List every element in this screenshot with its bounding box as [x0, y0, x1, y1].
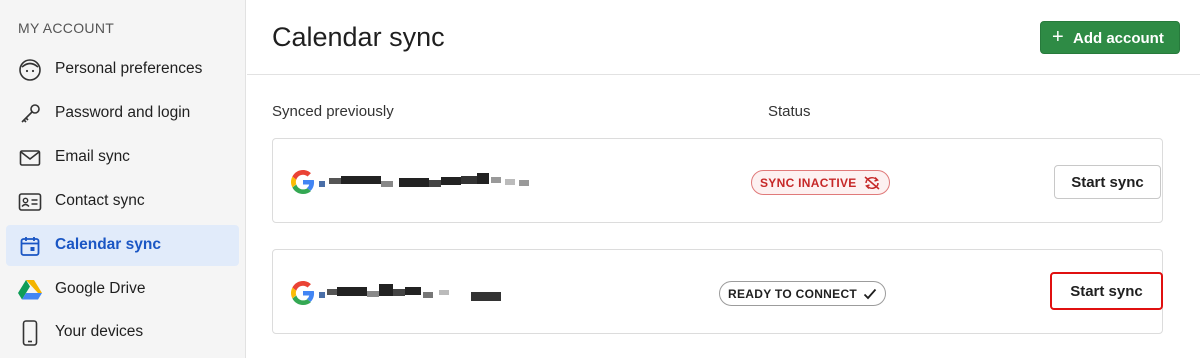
- sidebar-item-label: Personal preferences: [55, 60, 203, 77]
- sidebar-item-label: Email sync: [55, 148, 130, 165]
- google-drive-icon: [18, 278, 42, 302]
- page-title: Calendar sync: [272, 22, 445, 52]
- sidebar-item-label: Calendar sync: [55, 236, 161, 253]
- check-icon: [863, 288, 877, 300]
- sidebar-item-google-drive[interactable]: Google Drive: [6, 269, 239, 310]
- sidebar-item-label: Password and login: [55, 104, 191, 121]
- google-logo-icon: [291, 170, 315, 194]
- sidebar-item-label: Google Drive: [55, 280, 146, 297]
- sidebar-heading: MY ACCOUNT: [18, 20, 115, 36]
- sidebar-item-contact-sync[interactable]: Contact sync: [6, 181, 239, 222]
- status-badge: READY TO CONNECT: [719, 281, 887, 306]
- start-sync-button[interactable]: Start sync: [1050, 272, 1163, 310]
- account-row: READY TO CONNECT Start sync: [272, 249, 1163, 334]
- key-icon: [18, 102, 42, 126]
- sync-off-icon: [863, 175, 881, 190]
- page-header: Calendar sync + Add account: [247, 0, 1200, 75]
- add-account-button[interactable]: + Add account: [1040, 21, 1180, 54]
- column-header-synced: Synced previously: [272, 103, 394, 120]
- start-sync-button[interactable]: Start sync: [1054, 165, 1161, 199]
- sidebar-item-email-sync[interactable]: Email sync: [6, 137, 239, 178]
- sidebar-item-label: Your devices: [55, 323, 144, 340]
- google-logo-icon: [291, 281, 315, 305]
- sidebar-item-personal-preferences[interactable]: Personal preferences: [6, 49, 239, 90]
- sidebar-item-label: Contact sync: [55, 192, 145, 209]
- add-account-label: Add account: [1073, 30, 1164, 47]
- column-header-status: Status: [768, 103, 811, 120]
- main-content: Calendar sync + Add account Synced previ…: [247, 0, 1200, 358]
- sidebar: MY ACCOUNT Personal preferences Password…: [0, 0, 246, 358]
- account-row: SYNC INACTIVE Start sync: [272, 138, 1163, 223]
- sidebar-item-your-devices[interactable]: Your devices: [6, 312, 239, 353]
- status-label: READY TO CONNECT: [728, 286, 858, 301]
- status-label: SYNC INACTIVE: [760, 175, 857, 190]
- face-icon: [18, 58, 42, 82]
- calendar-icon: [18, 234, 42, 258]
- sidebar-item-calendar-sync[interactable]: Calendar sync: [6, 225, 239, 266]
- plus-icon: +: [1052, 26, 1064, 48]
- envelope-icon: [18, 146, 42, 170]
- status-badge: SYNC INACTIVE: [751, 170, 890, 195]
- phone-icon: [18, 320, 42, 346]
- contact-card-icon: [18, 190, 42, 214]
- sidebar-item-password-and-login[interactable]: Password and login: [6, 93, 239, 134]
